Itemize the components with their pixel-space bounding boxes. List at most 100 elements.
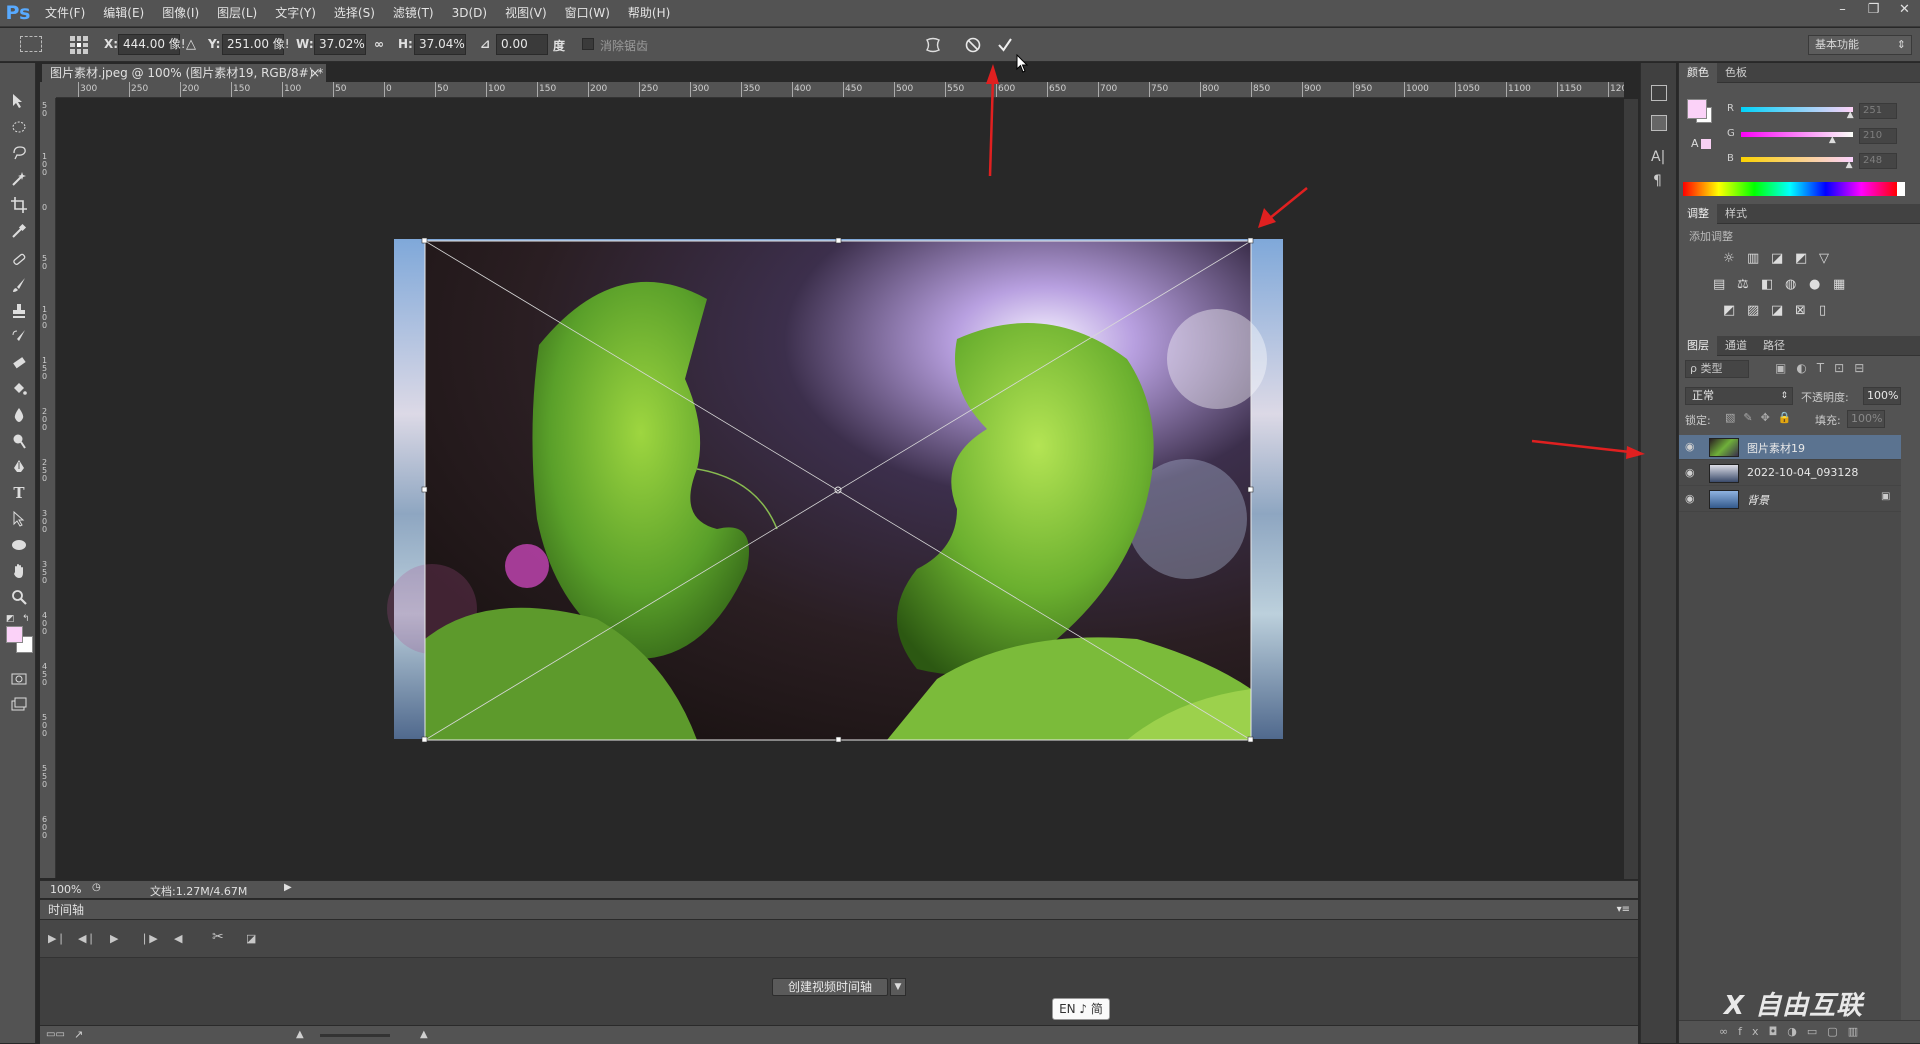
tab-adjustments[interactable]: 调整 (1679, 203, 1717, 224)
reference-point-icon[interactable] (70, 36, 88, 54)
type-tool-icon[interactable]: T (9, 483, 29, 503)
black-white-icon[interactable]: ◧ (1761, 277, 1785, 292)
restore-button[interactable]: ❐ (1858, 0, 1889, 18)
blur-tool-icon[interactable] (9, 405, 29, 425)
menu-select[interactable]: 选择(S) (325, 0, 384, 27)
color-spectrum-ramp[interactable] (1683, 182, 1905, 196)
ruler-origin[interactable] (40, 82, 56, 98)
panel-menu-icon[interactable]: ▾≡ (1617, 900, 1630, 920)
timeline-zoom-slider[interactable] (320, 1034, 390, 1037)
adjust-layer-icon[interactable]: ◑ (1787, 1025, 1807, 1038)
channel-mixer-icon[interactable]: ● (1809, 277, 1833, 292)
marquee-tool-icon[interactable] (9, 117, 29, 137)
angle-field[interactable]: 0.00 (496, 34, 548, 55)
group-icon[interactable]: ▭ (1807, 1025, 1827, 1038)
threshold-icon[interactable]: ◪ (1771, 303, 1795, 318)
b-slider[interactable]: ▲ (1741, 157, 1853, 170)
zoom-out-icon[interactable]: ▲ (296, 1029, 304, 1040)
levels-icon[interactable]: ▥ (1747, 251, 1771, 266)
history-brush-icon[interactable] (9, 327, 29, 347)
magic-wand-icon[interactable] (9, 169, 29, 189)
zoom-level[interactable]: 100% (50, 883, 81, 896)
play-icon[interactable]: ▶ (110, 932, 118, 945)
convert-frame-icon[interactable]: ▭▭ (46, 1029, 65, 1040)
properties-panel-icon[interactable] (1651, 115, 1667, 131)
layer-name[interactable]: 图片素材19 (1747, 440, 1805, 456)
close-button[interactable]: ✕ (1889, 0, 1920, 18)
pen-tool-icon[interactable] (9, 457, 29, 477)
render-icon[interactable]: ↗ (74, 1028, 83, 1041)
menu-layer[interactable]: 图层(L) (208, 0, 266, 27)
swap-colors-icon[interactable]: ↰ (22, 614, 30, 624)
paint-bucket-icon[interactable] (9, 379, 29, 399)
status-arrow-icon[interactable]: ▶ (284, 882, 292, 893)
brightness-icon[interactable]: ☼ (1723, 251, 1747, 266)
tab-styles[interactable]: 样式 (1717, 204, 1755, 224)
foreground-color-swatch[interactable] (6, 626, 23, 643)
ime-indicator[interactable]: EN ♪ 简 (1052, 998, 1110, 1020)
eyedropper-icon[interactable] (9, 221, 29, 241)
delta-icon[interactable]: △ (186, 37, 196, 52)
commit-transform-icon[interactable] (994, 34, 1016, 56)
default-colors-icon[interactable]: ◩ (6, 614, 15, 624)
menu-3d[interactable]: 3D(D) (443, 0, 496, 27)
new-layer-icon[interactable]: ▢ (1827, 1025, 1847, 1038)
w-field[interactable]: 37.02% (314, 34, 366, 55)
link-layers-icon[interactable]: ∞ (1719, 1025, 1738, 1038)
r-slider[interactable]: ▲ (1741, 107, 1854, 120)
paragraph-panel-icon[interactable]: ¶ (1653, 173, 1662, 189)
eye-icon[interactable]: ◉ (1685, 466, 1695, 479)
selective-color-icon[interactable]: ⊠ (1795, 303, 1819, 318)
hand-tool-icon[interactable] (9, 561, 29, 581)
g-value[interactable]: 210 (1859, 128, 1897, 144)
color-fg-swatch[interactable] (1687, 99, 1707, 119)
audio-icon[interactable]: ◀ (174, 932, 182, 945)
eraser-icon[interactable] (9, 353, 29, 373)
ellipse-tool-icon[interactable] (9, 535, 29, 555)
exposure-icon[interactable]: ◩ (1795, 251, 1819, 266)
photo-filter-icon[interactable]: ◍ (1785, 277, 1809, 292)
menu-file[interactable]: 文件(F) (36, 0, 94, 27)
transition-icon[interactable]: ◪ (246, 932, 256, 945)
menu-image[interactable]: 图像(I) (153, 0, 208, 27)
g-slider-handle[interactable]: ▲ (1829, 135, 1836, 145)
trash-icon[interactable]: ▥ (1848, 1025, 1868, 1038)
next-frame-icon[interactable]: ❘▶ (140, 932, 158, 945)
fill-field[interactable]: 100% (1847, 410, 1885, 428)
h-field[interactable]: 37.04% (414, 34, 466, 55)
zoom-in-icon[interactable]: ▲ (420, 1029, 428, 1040)
layer-row[interactable]: ◉ 图片素材19 (1679, 435, 1901, 460)
healing-brush-icon[interactable] (9, 249, 29, 269)
layer-row[interactable]: ◉ 2022-10-04_093128 (1679, 461, 1901, 486)
vertical-scrollbar[interactable] (1624, 99, 1638, 879)
tab-swatches[interactable]: 色板 (1717, 63, 1755, 83)
r-value[interactable]: 251 (1859, 103, 1897, 119)
eye-icon[interactable]: ◉ (1685, 440, 1695, 453)
hue-saturation-icon[interactable]: ▤ (1713, 277, 1737, 292)
workspace-select[interactable]: 基本功能 ⇕ (1808, 35, 1912, 55)
transform-tool-icon[interactable] (20, 36, 42, 52)
color-balance-icon[interactable]: ⚖ (1737, 277, 1761, 292)
gradient-map-icon[interactable]: ▯ (1819, 303, 1843, 318)
lock-icons[interactable]: ▧✎✥🔒 (1725, 411, 1800, 424)
opacity-field[interactable]: 100% (1863, 387, 1901, 405)
brush-tool-icon[interactable] (9, 275, 29, 295)
close-tab-icon[interactable]: × (310, 64, 320, 82)
history-panel-icon[interactable] (1651, 85, 1667, 101)
curves-icon[interactable]: ◪ (1771, 251, 1795, 266)
screen-mode-icon[interactable] (9, 695, 29, 715)
menu-window[interactable]: 窗口(W) (556, 0, 619, 27)
filter-icons[interactable]: ▣◐T⊡⊟ (1775, 361, 1874, 375)
antialias-checkbox[interactable] (582, 38, 594, 50)
link-icon[interactable]: ∞ (374, 37, 384, 51)
menu-help[interactable]: 帮助(H) (619, 0, 679, 27)
minimize-button[interactable]: – (1827, 0, 1858, 18)
first-frame-icon[interactable]: ▶❘ (48, 932, 66, 945)
layer-row[interactable]: ◉ 背景 ▣ (1679, 487, 1901, 512)
lasso-tool-icon[interactable] (9, 143, 29, 163)
mask-icon[interactable]: ◘ (1769, 1025, 1788, 1038)
prev-frame-icon[interactable]: ◀❘ (78, 932, 96, 945)
chevron-down-icon[interactable]: ▼ (890, 978, 906, 996)
posterize-icon[interactable]: ▨ (1747, 303, 1771, 318)
x-field[interactable]: 444.00 像! (118, 34, 186, 55)
